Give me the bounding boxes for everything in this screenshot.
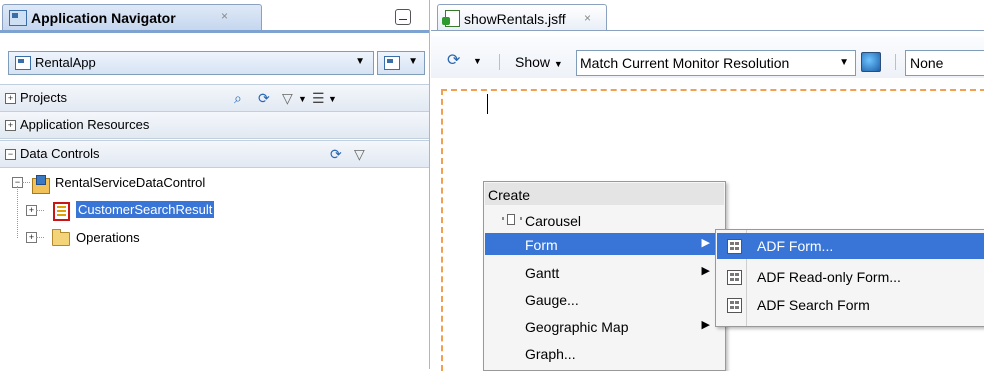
chevron-down-icon: ▼ (839, 57, 849, 68)
browser-preview-icon[interactable] (861, 52, 881, 72)
menu-item-label: Geographic Map (525, 319, 629, 335)
chevron-down-icon: ▼ (408, 56, 418, 67)
form-icon (727, 270, 742, 285)
create-context-menu: Create Carousel Form ▶ Gantt ▶ Gauge... … (483, 181, 726, 371)
editor-tab-title: showRentals.jsff (464, 11, 566, 27)
tree-node-customersearchresult-label: CustomerSearchResult (76, 201, 215, 218)
menu-item-graph[interactable]: Graph... (485, 342, 724, 364)
menu-item-gantt[interactable]: Gantt ▶ (485, 261, 724, 283)
form-icon (727, 298, 742, 313)
form-icon (727, 239, 742, 254)
context-menu-header: Create (485, 183, 724, 205)
menu-item-label: Gauge... (525, 292, 579, 308)
menu-item-label: Form (525, 237, 558, 253)
refresh-icon[interactable]: ⟳ (330, 146, 342, 163)
section-projects[interactable]: + Projects ⌕ ⟳ ▽ ▼ ☰ ▼ (0, 84, 429, 112)
submenu-item-label: ADF Form... (757, 238, 834, 254)
navigator-icon (9, 10, 27, 26)
application-menu-button[interactable]: ▼ (377, 51, 425, 75)
form-submenu: ADF Form... ADF Read-only Form... ADF Se… (715, 229, 984, 327)
tab-strip (0, 30, 429, 33)
minimize-icon[interactable] (395, 9, 411, 25)
style-select[interactable]: None (905, 50, 984, 76)
carousel-icon (502, 214, 522, 225)
section-projects-label: Projects (20, 90, 67, 105)
refresh-icon[interactable]: ⟳ (258, 90, 270, 107)
section-application-resources[interactable]: + Application Resources (0, 111, 429, 139)
refresh-icon[interactable]: ⟳ (447, 52, 465, 70)
show-menu-label: Show (515, 54, 551, 70)
show-menu-button[interactable]: Show ▼ (515, 54, 563, 70)
submenu-item-adf-read-only-form[interactable]: ADF Read-only Form... (717, 264, 984, 290)
editor-tab-strip (431, 30, 984, 31)
resolution-select[interactable]: Match Current Monitor Resolution ▼ (576, 50, 856, 76)
tree-node-root-label: RentalServiceDataControl (55, 175, 206, 190)
menu-item-gauge[interactable]: Gauge... (485, 288, 724, 310)
tree-node-root[interactable]: − RentalServiceDataControl (12, 172, 312, 194)
section-data-controls-label: Data Controls (20, 146, 100, 161)
menu-item-geographic-map[interactable]: Geographic Map ▶ (485, 315, 724, 337)
chevron-down-icon: ▼ (553, 59, 563, 69)
submenu-item-adf-search-form[interactable]: ADF Search Form (717, 292, 984, 318)
working-sets-icon[interactable]: ☰ (312, 90, 325, 107)
data-control-icon (32, 175, 50, 194)
collection-icon (53, 202, 70, 221)
section-data-controls[interactable]: − Data Controls ⟳ ▽ (0, 140, 429, 168)
jsff-file-icon (442, 10, 460, 27)
collapse-icon[interactable]: − (5, 149, 16, 160)
filter-icon[interactable]: ▽ (282, 90, 293, 107)
application-navigator-tab[interactable]: Application Navigator × (2, 4, 262, 31)
filter-icon[interactable]: ▽ (354, 146, 365, 163)
navigator-title: Application Navigator (31, 10, 176, 26)
close-icon[interactable]: × (584, 11, 591, 25)
chevron-down-icon: ▼ (355, 56, 365, 67)
submenu-item-label: ADF Search Form (757, 297, 870, 313)
menu-item-form[interactable]: Form ▶ (485, 233, 724, 255)
expand-icon[interactable]: + (5, 120, 16, 131)
editor-tab-showrentals[interactable]: showRentals.jsff × (437, 4, 607, 31)
text-caret (487, 94, 488, 114)
expand-icon[interactable]: + (5, 93, 16, 104)
context-menu-header-label: Create (488, 187, 531, 203)
menu-item-carousel[interactable]: Carousel (485, 209, 724, 231)
search-icon[interactable]: ⌕ (234, 90, 242, 107)
resolution-select-value: Match Current Monitor Resolution (580, 55, 790, 71)
editor-toolbar: ⟳ ▼ Show ▼ Match Current Monitor Resolut… (431, 36, 984, 78)
tree-node-customersearchresult[interactable]: + CustomerSearchResult (12, 200, 312, 222)
toolbar-separator (895, 54, 896, 70)
toolbar-separator (499, 54, 500, 70)
chevron-down-icon[interactable]: ▼ (328, 94, 337, 104)
application-menu-icon (384, 56, 400, 70)
menu-item-label: Gantt (525, 265, 560, 281)
tree-node-operations[interactable]: + Operations (12, 227, 312, 249)
folder-icon (52, 229, 70, 246)
submenu-item-label: ADF Read-only Form... (757, 269, 901, 285)
style-select-value: None (910, 55, 944, 71)
chevron-right-icon: ▶ (701, 265, 710, 277)
application-icon (15, 56, 31, 70)
menu-item-label: Graph... (525, 346, 576, 362)
menu-item-label: Carousel (525, 213, 582, 229)
chevron-right-icon: ▶ (701, 237, 710, 249)
application-navigator-panel: Application Navigator × RentalApp ▼ ▼ + … (0, 0, 430, 369)
tree-node-operations-label: Operations (76, 230, 140, 245)
chevron-down-icon[interactable]: ▼ (473, 56, 482, 66)
chevron-down-icon[interactable]: ▼ (298, 94, 307, 104)
submenu-item-adf-form[interactable]: ADF Form... (717, 233, 984, 259)
close-icon[interactable]: × (221, 9, 228, 23)
section-application-resources-label: Application Resources (20, 117, 150, 132)
chevron-right-icon: ▶ (701, 319, 710, 331)
application-selector-value: RentalApp (35, 55, 96, 70)
application-selector[interactable]: RentalApp ▼ (8, 51, 374, 75)
